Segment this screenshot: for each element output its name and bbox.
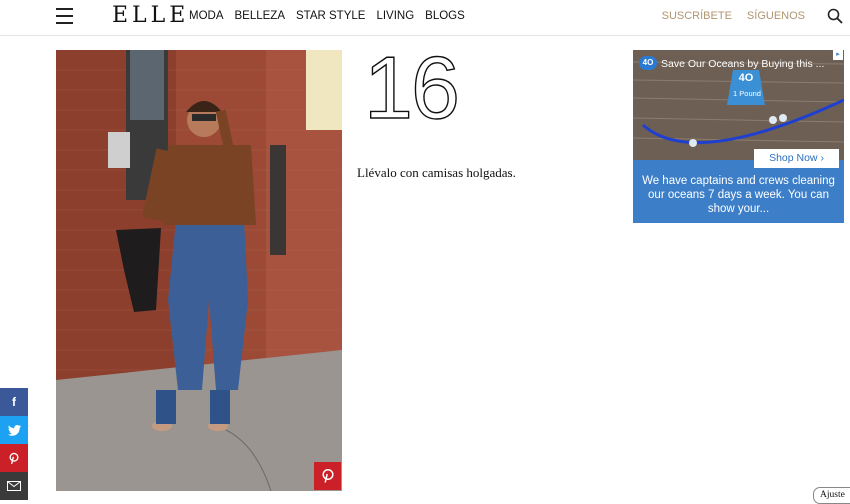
header-actions: SUSCRÍBETE SÍGUENOS [662, 10, 805, 22]
pinterest-share-icon[interactable] [0, 444, 28, 472]
nav-living[interactable]: LIVING [376, 10, 414, 22]
main-nav: MODA BELLEZA STAR STYLE LIVING BLOGS [189, 10, 476, 22]
ad-body: We have captains and crews cleaning our … [642, 175, 835, 215]
advertisement[interactable]: 4O Save Our Oceans by Buying this ... ▸ … [633, 50, 844, 223]
cookie-settings-tab[interactable]: Ajuste [813, 487, 850, 504]
twitter-share-icon[interactable] [0, 416, 28, 444]
nav-star-style[interactable]: STAR STYLE [296, 10, 365, 22]
chevron-right-icon: › [820, 152, 824, 164]
shop-now-button[interactable]: Shop Now › [754, 149, 839, 168]
pinterest-icon [321, 469, 334, 483]
site-header: ELLE MODA BELLEZA STAR STYLE LIVING BLOG… [0, 0, 850, 36]
pin-image-button[interactable] [314, 462, 341, 490]
facebook-share-icon[interactable]: f [0, 388, 28, 416]
hamburger-menu-icon[interactable] [56, 8, 73, 24]
ad-brand-logo: 4O [639, 56, 657, 70]
ad-title[interactable]: Save Our Oceans by Buying this ... [661, 58, 824, 70]
adchoices-icon[interactable]: ▸ [833, 50, 843, 60]
ad-tag-text: 1 Pound [733, 89, 761, 98]
follow-link[interactable]: SÍGUENOS [747, 10, 805, 22]
elle-logo[interactable]: ELLE [112, 3, 189, 28]
ad-tag-number: 4O [738, 72, 754, 84]
nav-belleza[interactable]: BELLEZA [235, 10, 286, 22]
slide-number: 16 [363, 38, 460, 137]
email-share-icon[interactable] [0, 472, 28, 500]
nav-blogs[interactable]: BLOGS [425, 10, 465, 22]
search-icon[interactable] [827, 8, 843, 24]
outfit-photo [56, 50, 342, 491]
subscribe-link[interactable]: SUSCRÍBETE [662, 10, 732, 22]
shop-now-label: Shop Now [769, 152, 818, 164]
slide-caption: Llévalo con camisas holgadas. [357, 165, 516, 180]
nav-moda[interactable]: MODA [189, 10, 224, 22]
share-rail: f [0, 388, 28, 500]
